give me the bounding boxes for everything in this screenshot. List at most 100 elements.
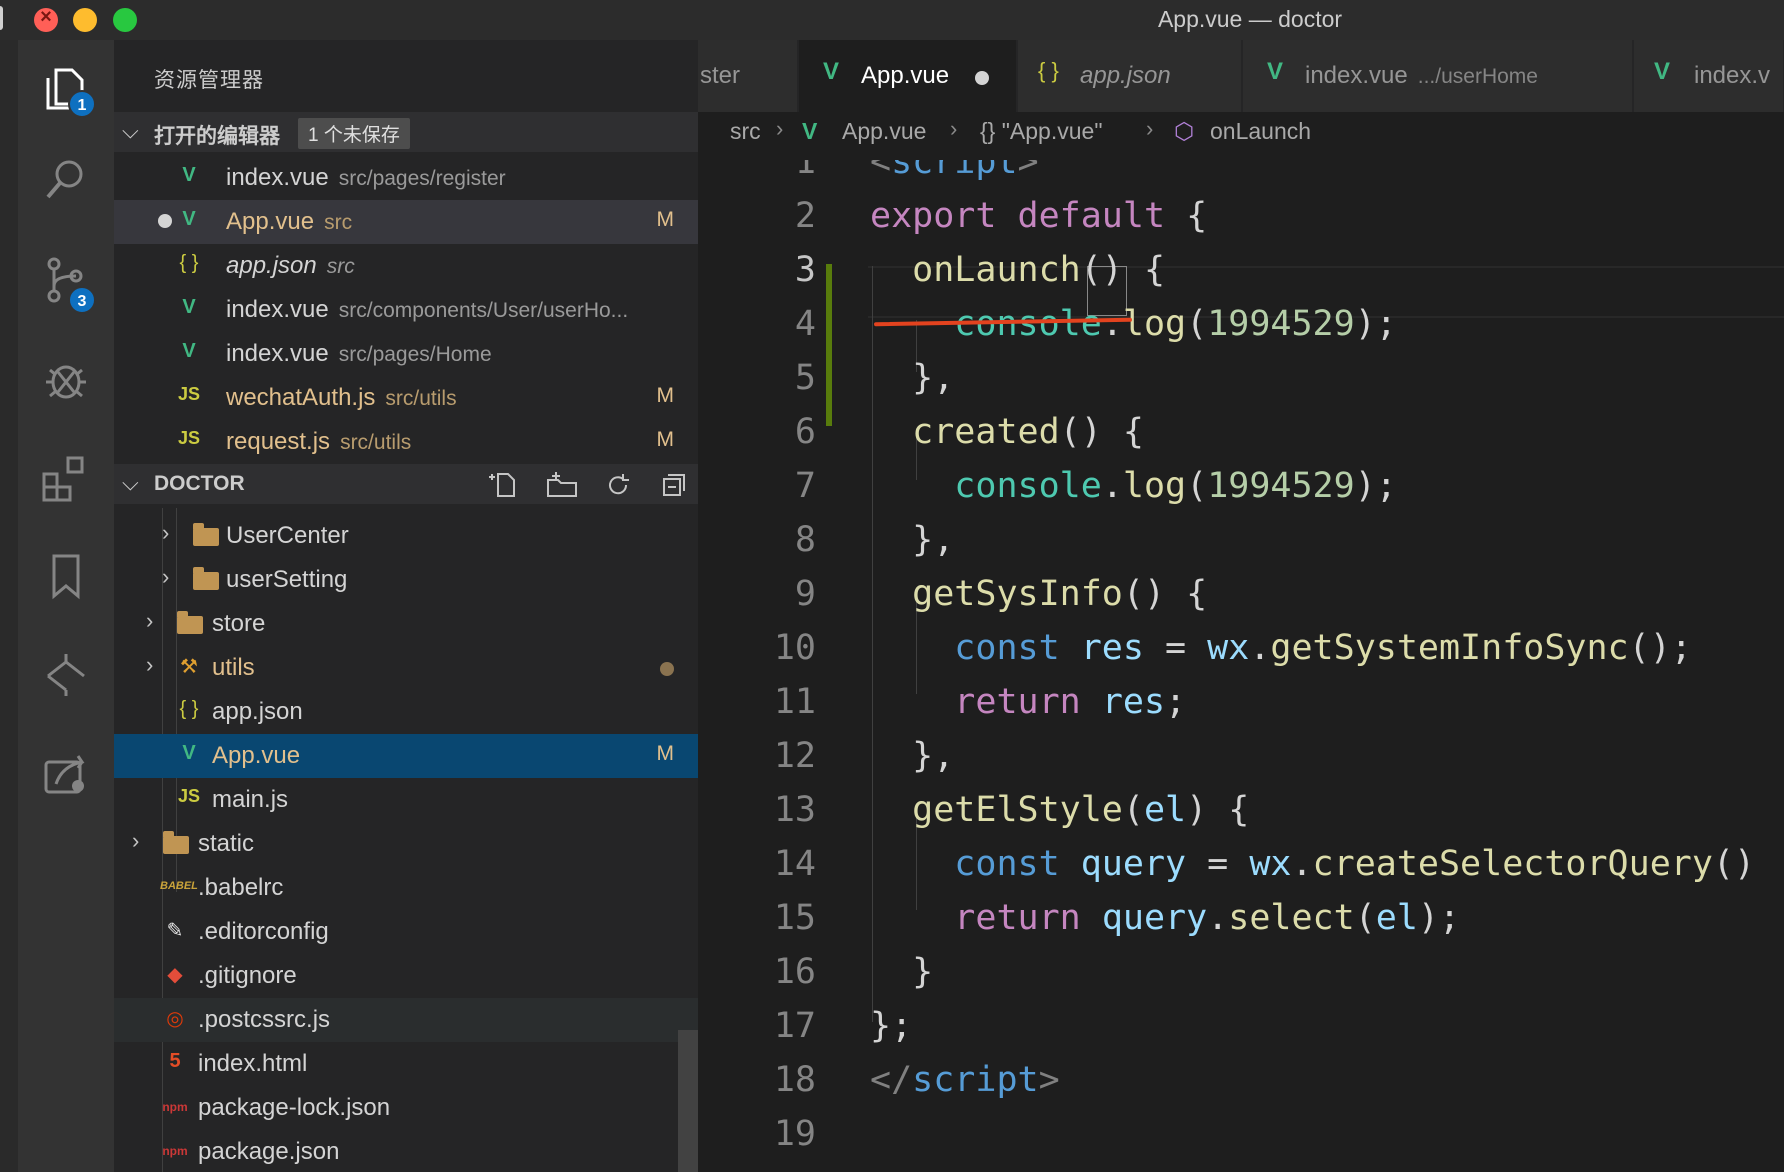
line-number: 18 — [773, 1060, 816, 1100]
npm-file-icon: npm — [162, 1100, 188, 1114]
tree-file[interactable]: ◎ .postcssrc.js — [114, 998, 698, 1042]
breadcrumb-object[interactable]: {} "App.vue" — [980, 118, 1102, 145]
new-file-icon[interactable] — [486, 470, 526, 500]
tree-folder[interactable]: › userSetting — [114, 558, 698, 602]
code-line: }; — [870, 1006, 913, 1046]
breadcrumb-method[interactable]: onLaunch — [1210, 118, 1311, 145]
chevron-right-icon: › — [162, 564, 170, 589]
breadcrumb-file[interactable]: App.vue — [842, 118, 926, 145]
unsaved-dot-icon[interactable] — [975, 71, 989, 85]
npm-file-icon: npm — [162, 1144, 188, 1158]
js-file-icon: JS — [177, 786, 201, 806]
vue-file-icon: V — [182, 742, 196, 764]
folder-name: store — [212, 610, 266, 637]
file-path: src/utils — [385, 387, 457, 410]
debug-icon[interactable] — [38, 352, 94, 408]
tree-file[interactable]: npm package.json — [114, 1130, 698, 1172]
open-editors-header[interactable]: ⌵ 打开的编辑器 1 个未保存 — [114, 112, 698, 152]
git-graph-icon[interactable] — [38, 646, 94, 702]
open-editor-item[interactable]: V index.vue src/pages/register — [114, 156, 698, 200]
open-editor-item[interactable]: V index.vue src/pages/Home — [114, 332, 698, 376]
file-name: wechatAuth.js — [226, 384, 376, 411]
vue-file-icon: V — [182, 340, 196, 362]
chevron-right-icon: › — [146, 652, 154, 677]
code-editor[interactable]: 1 2 3 4 5 6 7 8 9 10 11 12 13 14 15 16 1… — [698, 160, 1784, 1172]
sidebar-scrollbar[interactable] — [678, 1030, 698, 1172]
open-editor-item[interactable]: V index.vue src/components/User/userHo... — [114, 288, 698, 332]
scm-badge: 3 — [68, 286, 96, 314]
tree-file[interactable]: npm package-lock.json — [114, 1086, 698, 1130]
tree-file[interactable]: { } app.json — [114, 690, 698, 734]
line-number: 19 — [773, 1114, 816, 1154]
file-path: src — [324, 211, 353, 234]
open-editor-item[interactable]: V App.vue src M — [114, 200, 698, 244]
new-folder-icon[interactable] — [542, 470, 582, 500]
maximize-window-button[interactable] — [113, 8, 137, 32]
modified-indicator: M — [656, 742, 675, 765]
tree-file[interactable]: 5 index.html — [114, 1042, 698, 1086]
sidebar-title: 资源管理器 — [154, 69, 264, 92]
close-window-button[interactable] — [34, 6, 58, 32]
line-number: 15 — [773, 898, 816, 938]
breadcrumb-src[interactable]: src — [730, 118, 761, 145]
open-editors-label: 打开的编辑器 — [154, 125, 280, 148]
line-number: 3 — [794, 250, 816, 290]
extensions-icon[interactable] — [38, 450, 94, 506]
unsaved-dot-icon[interactable] — [158, 214, 172, 228]
chevron-down-icon: ⌵ — [122, 118, 139, 143]
vue-file-icon: V — [823, 58, 840, 85]
tab-user-home[interactable]: V index.vue .../userHome — [1243, 40, 1633, 112]
code-line: const query = wx.createSelectorQuery() — [954, 844, 1756, 884]
code-line: }, — [870, 736, 955, 776]
tab-label: index.vue — [1305, 62, 1408, 89]
unsaved-badge: 1 个未保存 — [298, 118, 410, 149]
search-icon[interactable] — [38, 152, 94, 208]
line-number: 13 — [773, 790, 816, 830]
tree-file[interactable]: JS main.js — [114, 778, 698, 822]
code-line: return query.select(el); — [954, 898, 1461, 938]
explorer-badge: 1 — [68, 90, 96, 118]
tree-folder[interactable]: › static — [114, 822, 698, 866]
explorer-icon[interactable]: 1 — [38, 60, 96, 118]
collapse-all-icon[interactable] — [654, 470, 694, 500]
tab-index-vue[interactable]: V index.v — [1634, 40, 1784, 112]
folder-name: utils — [212, 654, 255, 681]
vue-file-icon: V — [1267, 58, 1284, 85]
bookmark-icon[interactable] — [38, 548, 94, 604]
code-line: export default { — [870, 196, 1208, 236]
json-file-icon: { } — [179, 698, 199, 720]
open-editor-item[interactable]: JS wechatAuth.js src/utils M — [114, 376, 698, 420]
tab-app-json[interactable]: { } app.json — [1018, 40, 1242, 112]
code-line: }, — [870, 520, 955, 560]
folder-icon — [160, 830, 190, 858]
tree-file[interactable]: ◆ .gitignore — [114, 954, 698, 998]
tab-label: index.v — [1694, 62, 1771, 89]
open-editor-item[interactable]: { } app.json src — [114, 244, 698, 288]
tab-app-vue[interactable]: V App.vue — [799, 40, 1017, 112]
tree-file[interactable]: ✎ .editorconfig — [114, 910, 698, 954]
chevron-right-icon: › — [1146, 116, 1154, 141]
open-editor-item[interactable]: JS request.js src/utils M — [114, 420, 698, 464]
editor-tabs: ster V App.vue { } app.json V index.vue.… — [698, 40, 1784, 112]
folder-icon — [190, 522, 220, 550]
tab-register[interactable]: ster — [698, 40, 798, 112]
postcss-file-icon: ◎ — [166, 1008, 184, 1030]
line-number: 10 — [773, 628, 816, 668]
code-line: </script> — [870, 1060, 1060, 1100]
json-file-icon: { } — [179, 252, 199, 274]
vue-file-icon: V — [182, 164, 196, 186]
file-name: request.js — [226, 428, 331, 455]
line-number: 12 — [773, 736, 816, 776]
code-line: return res; — [954, 682, 1187, 722]
tree-folder[interactable]: › UserCenter — [114, 514, 698, 558]
project-header[interactable]: ⌵ DOCTOR — [114, 464, 698, 504]
file-path: src/utils — [340, 431, 412, 454]
tree-file[interactable]: BABEL .babelrc — [114, 866, 698, 910]
source-control-icon[interactable]: 3 — [38, 252, 96, 314]
minimize-window-button[interactable] — [73, 8, 97, 32]
tree-folder[interactable]: › store — [114, 602, 698, 646]
remote-icon[interactable] — [38, 746, 94, 802]
refresh-icon[interactable] — [598, 470, 638, 500]
tree-folder[interactable]: › ⚒ utils — [114, 646, 698, 690]
tree-file-selected[interactable]: V App.vue M — [114, 734, 698, 778]
